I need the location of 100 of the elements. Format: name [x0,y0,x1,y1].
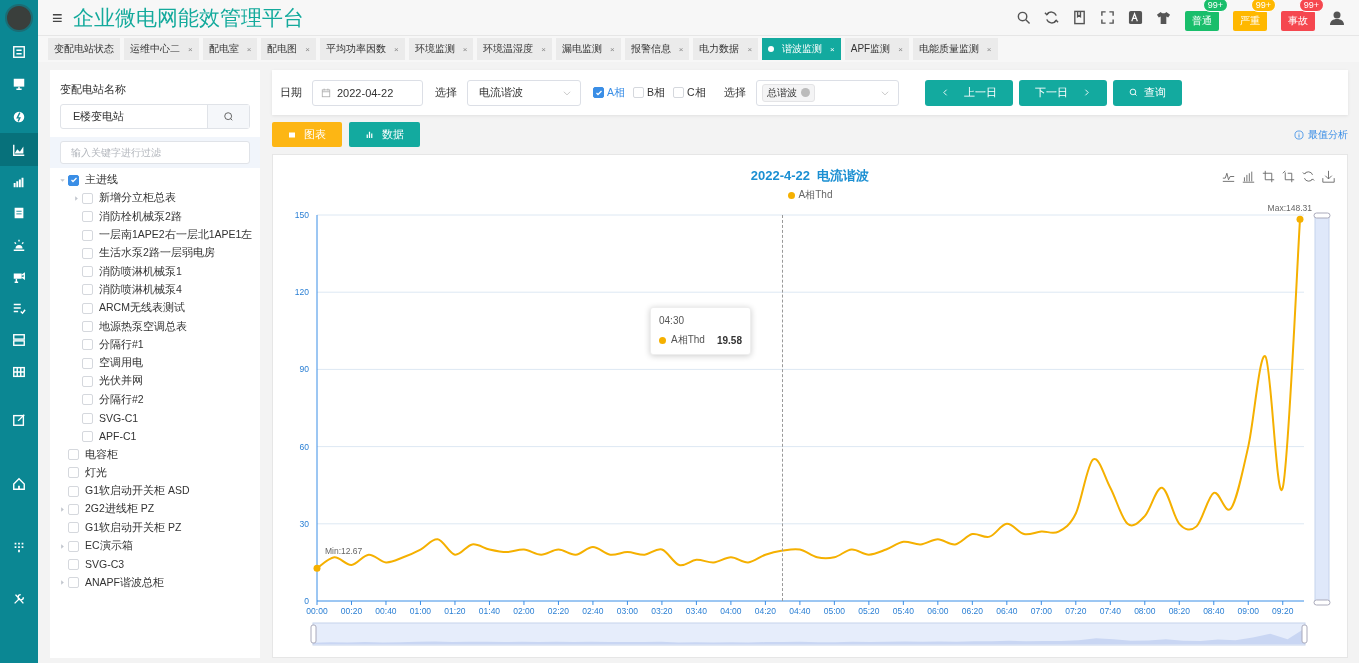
crop-icon[interactable] [1262,170,1275,183]
tree-item-label[interactable]: 电容柜 [85,447,118,462]
tree-item-label[interactable]: ANAPF谐波总柜 [85,575,164,590]
axis-label: 01:20 [444,606,466,616]
axis-label: 03:00 [616,606,639,616]
tree-item-label[interactable]: 主进线 [85,173,118,188]
tree-item-label[interactable]: APF-C1 [99,430,137,443]
caret-right-icon[interactable] [58,506,66,513]
info-icon [1294,129,1304,140]
station-field[interactable]: E楼变电站 [60,104,250,129]
tab-label: 报警信息 [630,42,671,56]
user-icon[interactable] [1329,9,1345,26]
type-select[interactable]: 电流谐波 [467,79,581,106]
book-icon[interactable] [1072,10,1087,25]
document-icon [12,206,26,220]
tree-item-label[interactable]: 分隔行#2 [99,392,144,407]
tree-item-label[interactable]: SVG-C1 [99,412,139,424]
tree-item-label[interactable]: SVG-C3 [85,558,125,571]
caret-right-icon[interactable] [58,579,66,587]
axis-label: 04:40 [789,606,811,616]
axis-label: 02:00 [513,606,535,616]
axis-label: 90 [299,364,309,375]
page-tab[interactable]: 环境监测 × [408,38,474,60]
tag-remove-button[interactable] [800,88,810,97]
checklist-icon [12,301,26,315]
tree-item-label[interactable]: G1软启动开关柜 ASD [85,484,190,499]
search-icon [223,111,234,122]
chevron-left-icon [940,88,950,97]
caret-right-icon[interactable] [72,194,80,202]
dashboard-icon [12,45,26,59]
filter-field[interactable]: 输入关键字进行过滤 [60,141,250,164]
tree-item-label[interactable]: 分隔行#1 [99,337,144,352]
avatar[interactable] [5,4,33,32]
date-field[interactable]: 2022-04-22 [312,79,423,106]
tree-item-label[interactable]: 消防喷淋机械泵1 [99,264,182,279]
tree-item-label[interactable]: 2G2进线柜 PZ [85,502,155,517]
menu-button[interactable]: ≡ [52,8,63,27]
tree-item-label[interactable]: 消防栓机械泵2路 [99,209,182,224]
checkbox-label: B相 [647,85,666,100]
vertical-range-slider[interactable] [1313,212,1331,606]
page-tab[interactable]: 环境温湿度 × [477,38,553,60]
axis-label: 00:40 [375,606,397,616]
area-chart-icon [12,142,26,157]
axis-label: 01:00 [409,606,432,616]
search-icon[interactable] [1016,10,1031,25]
axis-label: 01:40 [478,606,501,616]
app-title: 企业微电网能效管理平台 [72,4,304,31]
page-tab[interactable]: 运维中心二 × [124,38,199,60]
caret-down-icon[interactable] [58,176,66,184]
page-tab[interactable]: 电能质量监测 × [912,38,998,60]
font-icon[interactable] [1128,10,1143,25]
download-icon[interactable] [1322,170,1335,183]
tree-item-label[interactable]: 灯光 [85,465,107,480]
range-slider[interactable] [310,622,1308,646]
page-tab[interactable]: 变配电站状态 [48,38,120,60]
camera-icon [12,269,26,284]
tree-item-label[interactable]: 地源热泵空调总表 [99,319,187,334]
legend-item[interactable]: A相Thd [787,188,833,202]
tree-item-label[interactable]: 空调用电 [99,356,143,371]
checkbox[interactable] [593,87,604,98]
page-tab[interactable]: APF监测 × [844,38,909,60]
page-tab[interactable]: 配电图 × [261,38,316,60]
page-tab[interactable]: 漏电监测 × [556,38,621,60]
tree-item-label[interactable]: EC演示箱 [85,539,133,554]
tree-item-label[interactable]: 生活水泵2路一层弱电房 [99,246,215,261]
bar-chart-icon[interactable] [1242,170,1255,183]
alert-button[interactable]: 事故 [1281,10,1315,31]
page-tab[interactable]: 配电室 × [202,38,258,60]
tools-icon [12,592,26,606]
shirt-icon[interactable] [1156,10,1171,25]
lightning-icon [12,109,26,124]
page-tab[interactable]: 报警信息 × [624,38,690,60]
refresh-icon[interactable] [1302,170,1315,183]
axis-label: 30 [299,518,309,529]
tree-item-label[interactable]: 新增分立柜总表 [99,191,176,206]
field-label: 选择 [723,85,746,100]
refresh-icon[interactable] [1044,10,1059,25]
harmonic-select[interactable]: 总谐波 [755,79,899,106]
grid-icon [12,365,26,379]
page-tab[interactable]: 电力数据 × [693,38,759,60]
tree-item-label[interactable]: G1软启动开关柜 PZ [85,520,182,535]
max-point [1296,215,1304,223]
page-tab[interactable]: 平均功率因数 × [320,38,405,60]
tooltip-series: A相Thd [671,333,705,347]
fullscreen-icon[interactable] [1100,10,1115,25]
tab-label: 漏电监测 [562,42,603,56]
tab-label: 电力数据 [699,42,740,56]
axis-label: 0 [304,596,309,606]
tree-item-label[interactable]: ARCM无线表测试 [99,301,185,316]
caret-right-icon[interactable] [58,542,66,550]
checkbox[interactable] [68,174,79,186]
tree-item-label[interactable]: 光伏并网 [99,374,143,389]
search-button[interactable] [207,105,249,128]
line-chart-icon[interactable] [1222,170,1235,183]
count-badge: 99+ [1202,0,1228,12]
axis-label: 05:20 [858,606,880,616]
tree-item-label[interactable]: 消防喷淋机械泵4 [99,282,182,297]
tree-item-label[interactable]: 一层南1APE2右一层北1APE1左 [99,228,253,243]
crop-back-icon[interactable] [1282,170,1295,183]
rail-menu-item[interactable] [0,133,38,166]
